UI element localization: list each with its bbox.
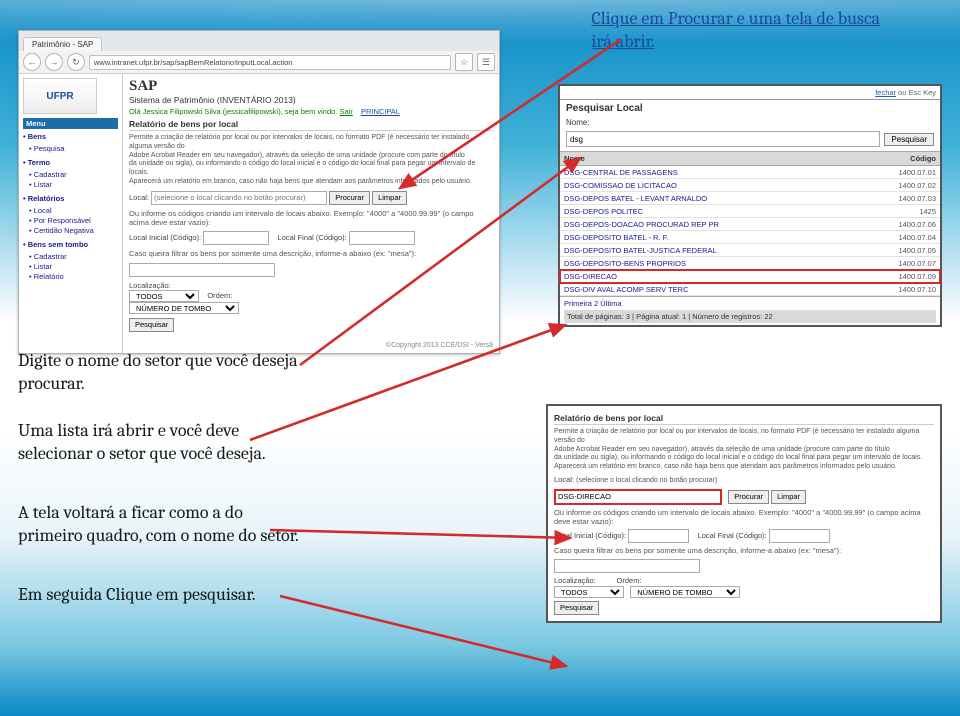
table-row[interactable]: DSG-DEPOSITO BATEL-JUSTICA FEDERAL1400.0…	[560, 244, 940, 257]
ufpr-logo: UFPR	[23, 78, 97, 114]
callout-1: Digite o nome do setor que você deseja p…	[18, 350, 298, 395]
copyright: ©Copyright 2013 CCE/DSI - Versã	[129, 342, 493, 349]
panel-b: Relatório de bens por local Permite a cr…	[546, 404, 942, 623]
menu-icon[interactable]: ☰	[477, 53, 495, 71]
label-local-b: Local:	[554, 475, 574, 484]
callout-2: Uma lista irá abrir e você deve selecion…	[18, 420, 266, 465]
greeting: Olá Jessica Filipowski Silva (jessicafil…	[129, 107, 337, 116]
pesquisar-button-b[interactable]: Pesquisar	[554, 601, 599, 615]
local-input[interactable]	[151, 191, 327, 205]
label-filtro: Caso queira filtrar os bens por somente …	[129, 249, 493, 258]
li-input-b[interactable]	[628, 529, 689, 543]
label-ou-b: Ou informe os códigos criando um interva…	[554, 508, 934, 527]
browser-tab[interactable]: Patrimônio - SAP	[23, 37, 102, 51]
pager-info: Total de páginas: 3 | Página atual: 1 | …	[564, 310, 936, 323]
sidebar: UFPR Menu • Bens • Pesquisa • Termo • Cadas…	[19, 74, 122, 353]
label-lf-b: Local Final (Código):	[698, 531, 767, 540]
label-localizacao: Localização:	[129, 281, 171, 290]
pesquisar-button-a[interactable]: Pesquisar	[129, 318, 174, 332]
main-panel: SAP Sistema de Patrimônio (INVENTÁRIO 20…	[122, 74, 499, 353]
table-row[interactable]: DSG-DIRECAO1400.07.09	[560, 270, 940, 283]
procurar-button[interactable]: Procurar	[329, 191, 370, 205]
sidebar-item[interactable]: • Cadastrar	[29, 169, 118, 179]
sap-subtitle: Sistema de Patrimônio (INVENTÁRIO 2013)	[129, 95, 493, 105]
sap-title: SAP	[129, 78, 493, 95]
pager-links[interactable]: Primeira 2 Última	[564, 299, 622, 308]
sidebar-item[interactable]: • Relatório	[29, 271, 118, 281]
sidebar-item[interactable]: • Certidão Negativa	[29, 225, 118, 235]
filtro-input[interactable]	[129, 263, 275, 277]
th-nome: Nome	[560, 152, 872, 166]
star-icon[interactable]: ☆	[455, 53, 473, 71]
lf-input-b[interactable]	[769, 529, 830, 543]
label-loc-b: Localização:	[554, 576, 596, 585]
sidebar-item[interactable]: • Listar	[29, 261, 118, 271]
label-filtro-b: Caso queira filtrar os bens por somente …	[554, 546, 934, 555]
localizacao-select[interactable]: TODOS	[129, 290, 199, 302]
section-desc: Permite a criação de relatório por local…	[129, 134, 493, 187]
callout-top-l1: Clique em Procurar e uma tela de busca	[591, 8, 880, 29]
sidebar-group: • Relatórios	[23, 194, 118, 203]
local-final-input[interactable]	[349, 231, 415, 245]
sidebar-item[interactable]: • Listar	[29, 179, 118, 189]
local-input-b[interactable]	[554, 489, 722, 505]
sidebar-group: • Termo	[23, 158, 118, 167]
link-principal[interactable]: PRINCIPAL	[361, 107, 400, 116]
loc-select-b[interactable]: TODOS	[554, 586, 624, 598]
table-row[interactable]: DSG-DEPOSITO BATEL - R. F.1400.07.04	[560, 231, 940, 244]
popup-title: Pesquisar Local	[566, 103, 934, 114]
section-desc-b: Permite a criação de relatório por local…	[554, 428, 934, 472]
reload-icon[interactable]: ↻	[67, 53, 85, 71]
label-local: Local:	[129, 192, 149, 201]
section-title: Relatório de bens por local	[129, 119, 493, 131]
popup-close-link[interactable]: fechar	[875, 88, 896, 97]
back-icon[interactable]: ←	[23, 53, 41, 71]
label-ordem: Ordem:	[207, 291, 232, 300]
table-row[interactable]: DSG-DEPOS POLITEC1425	[560, 205, 940, 218]
label-li-b: Local Inicial (Código):	[554, 531, 626, 540]
callout-top-l2: irá abrir.	[591, 31, 654, 52]
filtro-input-b[interactable]	[554, 559, 700, 573]
table-row[interactable]: DSG-COMISSAO DE LICITACAO1400.07.02	[560, 179, 940, 192]
label-local-final: Local Final (Código):	[278, 233, 347, 242]
sidebar-item[interactable]: • Por Responsável	[29, 215, 118, 225]
address-bar[interactable]: www.intranet.ufpr.br/sap/sapBemRelatorio…	[89, 55, 451, 70]
label-ord-b: Ordem:	[617, 576, 642, 585]
forward-icon[interactable]: →	[45, 53, 63, 71]
popup-nome-input[interactable]	[566, 131, 880, 147]
limpar-button[interactable]: Limpar	[372, 191, 407, 205]
limpar-button-b[interactable]: Limpar	[771, 490, 806, 504]
search-popup: fechar ou Esc Key Pesquisar Local Nome: …	[558, 84, 942, 327]
ord-select-b[interactable]: NÚMERO DE TOMBO	[630, 586, 740, 598]
table-row[interactable]: DSG-DEPOS-DOACAO PROCURAD REP PR1400.07.…	[560, 218, 940, 231]
sidebar-item[interactable]: • Local	[29, 205, 118, 215]
table-row[interactable]: DSG-DIV AVAL ACOMP SERV TERC1400.07.10	[560, 283, 940, 296]
popup-label-nome: Nome:	[566, 118, 602, 127]
label-ou: Ou informe os códigos criando um interva…	[129, 209, 493, 228]
ordem-select[interactable]: NÚMERO DE TOMBO	[129, 302, 239, 314]
callout-top: Clique em Procurar e uma tela de busca i…	[591, 8, 880, 53]
local-inicial-input[interactable]	[203, 231, 269, 245]
table-row[interactable]: DSG-DEPOS BATEL - LEVANT ARNALDO1400.07.…	[560, 192, 940, 205]
popup-esc-text: ou Esc Key	[898, 88, 936, 97]
popup-pesquisar-button[interactable]: Pesquisar	[884, 133, 934, 146]
sidebar-group: • Bens sem tombo	[23, 240, 118, 249]
th-codigo: Código	[872, 152, 940, 166]
procurar-button-b[interactable]: Procurar	[728, 490, 769, 504]
callout-3: A tela voltará a ficar como a do primeir…	[18, 502, 299, 547]
table-row[interactable]: DSG-CENTRAL DE PASSAGENS1400.07.01	[560, 166, 940, 179]
link-sair[interactable]: Sair	[340, 107, 353, 116]
sidebar-item[interactable]: • Cadastrar	[29, 251, 118, 261]
sidebar-item[interactable]: • Pesquisa	[29, 143, 118, 153]
results-table: Nome Código DSG-CENTRAL DE PASSAGENS1400…	[560, 151, 940, 296]
sidebar-group: • Bens	[23, 132, 118, 141]
menu-header: Menu	[23, 118, 118, 129]
callout-4: Em seguida Clique em pesquisar.	[18, 584, 255, 607]
label-local-inicial: Local Inicial (Código):	[129, 233, 201, 242]
section-title-b: Relatório de bens por local	[554, 413, 934, 425]
browser-screenshot-left: Patrimônio - SAP ← → ↻ www.intranet.ufpr…	[18, 30, 500, 354]
table-row[interactable]: DSG-DEPOSITO-BENS PROPRIOS1400.07.07	[560, 257, 940, 270]
